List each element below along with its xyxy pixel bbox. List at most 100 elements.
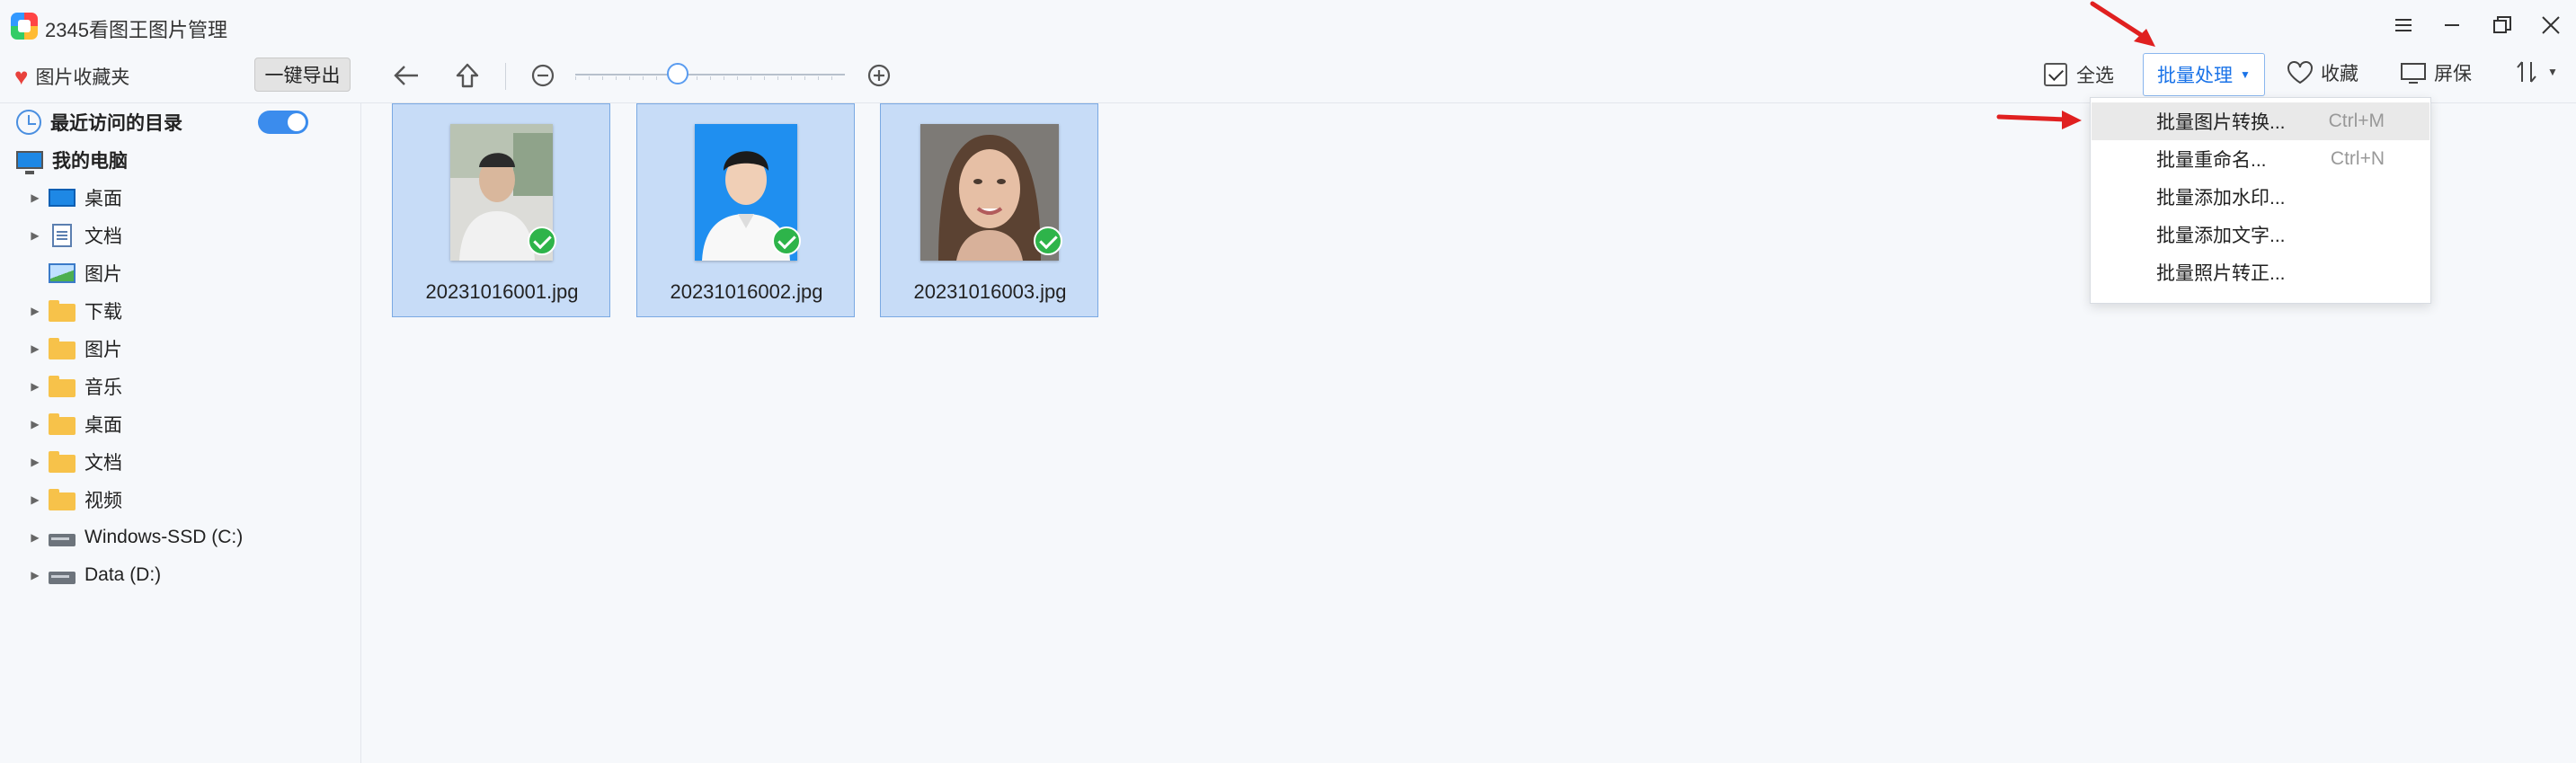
select-all-checkbox[interactable]: 全选 [2044, 61, 2114, 88]
monitor-icon [2401, 63, 2426, 84]
expand-arrow-icon[interactable]: ▶ [29, 569, 41, 581]
expand-arrow-icon[interactable]: ▶ [29, 342, 41, 355]
menu-item-batch-rename[interactable]: 批量重命名... Ctrl+N [2092, 140, 2429, 178]
folder-icon [49, 413, 76, 435]
folder-icon [49, 299, 76, 322]
sidebar-tree-item[interactable]: ▶ 音乐 [29, 368, 388, 404]
expand-arrow-icon[interactable]: ▶ [29, 531, 41, 544]
back-arrow-icon[interactable] [388, 58, 424, 93]
sidebar-tree-label: 图片 [84, 340, 122, 360]
file-thumbnail[interactable]: 20231016003.jpg [880, 103, 1098, 317]
file-name: 20231016003.jpg [913, 280, 1067, 303]
sidebar-tree-label: 音乐 [84, 377, 122, 398]
sidebar-tree-item[interactable]: 图片 [29, 255, 388, 291]
sidebar-tree-item[interactable]: ▶ Data (D:) [29, 557, 388, 593]
zoom-slider[interactable] [575, 63, 845, 84]
folder-icon [49, 375, 76, 397]
recent-directories-item[interactable]: 最近访问的目录 [16, 104, 376, 140]
my-computer-label: 我的电脑 [52, 151, 128, 172]
sidebar-tree-label: 文档 [84, 453, 122, 474]
folder-icon [49, 488, 76, 510]
checkbox-checked-icon[interactable] [2044, 63, 2067, 86]
sidebar-tree-item[interactable]: ▶ 桌面 [29, 180, 388, 216]
minimize-icon[interactable] [2436, 9, 2468, 41]
sidebar-tree-label: 文档 [84, 226, 122, 247]
expand-arrow-icon[interactable]: ▶ [29, 191, 41, 204]
sidebar-tree-item[interactable]: ▶ 文档 [29, 444, 388, 480]
menu-item-batch-watermark[interactable]: 批量添加水印... [2092, 178, 2429, 216]
document-icon [52, 224, 72, 247]
drive-icon [49, 572, 76, 584]
app-logo-icon [11, 13, 38, 40]
checkmark-icon [1034, 226, 1062, 255]
export-button[interactable]: 一键导出 [254, 58, 351, 92]
expand-arrow-icon[interactable]: ▶ [29, 305, 41, 317]
recent-toggle-switch[interactable] [258, 111, 308, 134]
desktop-icon [49, 189, 76, 207]
menu-icon[interactable] [2387, 9, 2420, 41]
checkmark-icon [772, 226, 801, 255]
favorites-label: 图片收藏夹 [35, 67, 130, 88]
menu-item-batch-straighten[interactable]: 批量照片转正... [2092, 253, 2429, 291]
menu-item-batch-convert[interactable]: 批量图片转换... Ctrl+M [2092, 102, 2429, 140]
collect-button[interactable]: 收藏 [2287, 59, 2358, 86]
zoom-in-icon[interactable] [861, 58, 897, 93]
expand-arrow-icon[interactable]: ▶ [29, 229, 41, 242]
drive-icon [49, 534, 76, 546]
expand-arrow-icon[interactable]: ▶ [29, 380, 41, 393]
my-computer-item[interactable]: 我的电脑 [16, 142, 376, 178]
expand-arrow-icon[interactable]: ▶ [29, 493, 41, 506]
zoom-slider-track [575, 74, 845, 75]
zoom-out-icon[interactable] [525, 58, 561, 93]
sort-button[interactable]: ▼ [2515, 59, 2558, 84]
sidebar-tree-item[interactable]: ▶ 桌面 [29, 406, 388, 442]
caret-down-icon: ▼ [2240, 68, 2251, 81]
file-name: 20231016001.jpg [425, 280, 579, 303]
sidebar-tree-item[interactable]: ▶ 图片 [29, 331, 388, 367]
screensaver-button[interactable]: 屏保 [2400, 59, 2472, 86]
toolbar-divider [505, 63, 506, 90]
up-arrow-icon[interactable] [449, 58, 485, 93]
sidebar-tree-item[interactable]: ▶ 视频 [29, 482, 388, 518]
zoom-slider-ticks [575, 76, 845, 80]
select-all-label: 全选 [2076, 66, 2114, 86]
sidebar-tree-label: 桌面 [84, 415, 122, 436]
sidebar-tree-item[interactable]: ▶ Windows-SSD (C:) [29, 519, 388, 555]
sidebar-tree-label: 图片 [84, 264, 122, 285]
sidebar-tree-label: 视频 [84, 491, 122, 511]
batch-process-label: 批量处理 [2157, 66, 2234, 86]
sidebar-tree-item[interactable]: ▶ 下载 [29, 293, 388, 329]
sidebar-tree-item[interactable]: ▶ 文档 [29, 217, 388, 253]
zoom-slider-knob[interactable] [667, 63, 688, 84]
restore-icon[interactable] [2486, 9, 2518, 41]
sidebar-tree-label: 下载 [84, 302, 122, 323]
checkmark-icon [528, 226, 556, 255]
annotation-arrow-icon [2090, 1, 2155, 47]
annotation-arrow-icon [1996, 111, 2082, 129]
app-title: 2345看图王图片管理 [45, 19, 227, 41]
screensaver-label: 屏保 [2434, 64, 2472, 84]
favorites-button[interactable]: ♥ 图片收藏夹 [14, 63, 129, 90]
file-thumbnail[interactable]: 20231016001.jpg [392, 103, 610, 317]
close-icon[interactable] [2535, 9, 2567, 41]
folder-icon [49, 450, 76, 473]
title-bar: 2345看图王图片管理 [0, 0, 2576, 52]
file-name: 20231016002.jpg [670, 280, 823, 303]
computer-icon [16, 151, 43, 174]
clock-icon [16, 110, 41, 135]
expand-arrow-icon[interactable]: ▶ [29, 418, 41, 430]
recent-directories-label: 最近访问的目录 [50, 113, 182, 134]
caret-down-icon: ▼ [2547, 66, 2558, 78]
picture-icon [49, 263, 76, 283]
toggle-knob [288, 113, 306, 131]
batch-process-button[interactable]: 批量处理 ▼ [2143, 53, 2265, 96]
expand-arrow-icon[interactable]: ▶ [29, 456, 41, 468]
folder-icon [49, 337, 76, 359]
heart-outline-icon [2287, 61, 2313, 84]
batch-process-menu: 批量图片转换... Ctrl+M 批量重命名... Ctrl+N 批量添加水印.… [2090, 97, 2431, 304]
file-thumbnail[interactable]: 20231016002.jpg [636, 103, 855, 317]
sort-icon [2517, 61, 2536, 83]
collect-label: 收藏 [2321, 64, 2358, 84]
menu-item-batch-add-text[interactable]: 批量添加文字... [2092, 216, 2429, 253]
heart-icon: ♥ [14, 63, 29, 90]
